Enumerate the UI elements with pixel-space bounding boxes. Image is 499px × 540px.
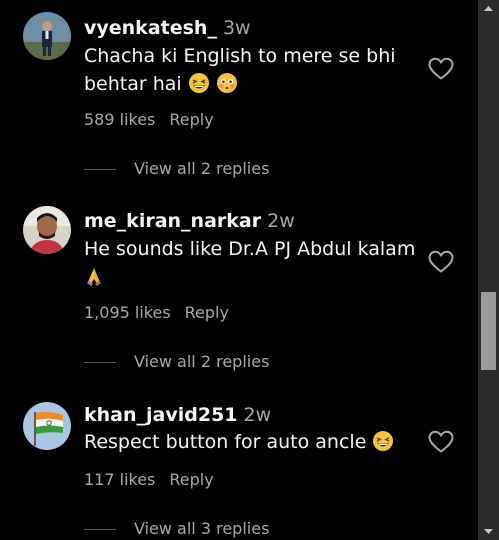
comment-username[interactable]: me_kiran_narkar 2w <box>84 210 295 232</box>
view-replies-label[interactable]: View all 2 replies <box>134 159 269 178</box>
comment-item: me_kiran_narkar 2w He sounds like Dr.A PJ… <box>0 190 478 386</box>
comment-meta: 117 likes Reply <box>84 470 214 489</box>
likes-count[interactable]: 1,095 likes <box>84 303 171 322</box>
heart-outline-icon[interactable] <box>428 430 454 454</box>
avatar[interactable] <box>23 402 71 450</box>
username-text[interactable]: me_kiran_narkar <box>84 210 261 232</box>
username-text[interactable]: vyenkatesh_ <box>84 17 217 39</box>
folded-hands-emoji-icon <box>84 265 104 295</box>
comment-item: vyenkatesh_ 3w Chacha ki English to mere … <box>0 0 478 190</box>
grinning-squinting-face-emoji-icon <box>188 72 210 102</box>
replies-divider <box>84 529 116 530</box>
flushed-face-emoji-icon <box>216 72 238 102</box>
scrollbar[interactable] <box>478 0 499 540</box>
comment-username[interactable]: khan_javid251 2w <box>84 404 271 426</box>
comment-time: 2w <box>267 210 295 232</box>
comment-meta: 1,095 likes Reply <box>84 303 229 322</box>
avatar-india-flag-icon <box>23 402 71 450</box>
comment-text-body: Chacha ki English to mere se bhi behtar … <box>84 45 396 95</box>
comment-username[interactable]: vyenkatesh_ 3w <box>84 17 251 39</box>
comment-text: He sounds like Dr.A PJ Abdul kalam <box>84 235 424 295</box>
avatar-man-in-suit-icon <box>23 12 71 60</box>
heart-outline-icon[interactable] <box>428 57 454 81</box>
likes-count[interactable]: 589 likes <box>84 110 155 129</box>
replies-divider <box>84 362 116 363</box>
comments-panel: vyenkatesh_ 3w Chacha ki English to mere … <box>0 0 499 540</box>
view-replies-label[interactable]: View all 3 replies <box>134 519 269 538</box>
grinning-squinting-face-emoji-icon <box>372 430 394 460</box>
scrollbar-thumb[interactable] <box>481 292 496 370</box>
reply-button[interactable]: Reply <box>185 303 229 322</box>
comment-text: Respect button for auto ancle <box>84 428 424 460</box>
replies-divider <box>84 169 116 170</box>
likes-count[interactable]: 117 likes <box>84 470 155 489</box>
scroll-up-arrow-icon[interactable] <box>478 0 499 18</box>
comment-time: 2w <box>243 404 272 426</box>
reply-button[interactable]: Reply <box>169 110 213 129</box>
avatar[interactable] <box>23 206 71 254</box>
comment-text: Chacha ki English to mere se bhi behtar … <box>84 42 424 102</box>
view-replies-label[interactable]: View all 2 replies <box>134 352 269 371</box>
username-text[interactable]: khan_javid251 <box>84 404 238 426</box>
heart-outline-icon[interactable] <box>428 250 454 274</box>
reply-button[interactable]: Reply <box>169 470 213 489</box>
comment-time: 3w <box>222 17 251 39</box>
comment-meta: 589 likes Reply <box>84 110 214 129</box>
scroll-down-arrow-icon[interactable] <box>478 522 499 540</box>
avatar[interactable] <box>23 12 71 60</box>
comment-text-body: Respect button for auto ancle <box>84 431 367 453</box>
comment-item: khan_javid251 2w Respect button for auto … <box>0 386 478 540</box>
comment-text-body: He sounds like Dr.A PJ Abdul kalam <box>84 238 416 260</box>
avatar-young-man-icon <box>23 206 71 254</box>
